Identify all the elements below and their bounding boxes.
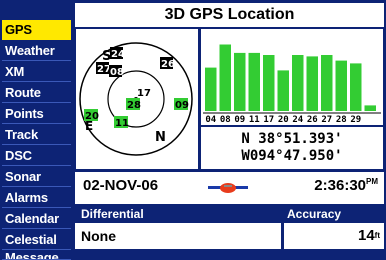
svg-text:09: 09 [175, 100, 189, 111]
latitude: N 38°51.393' [241, 131, 343, 147]
signal-bar-prn: 28 [336, 115, 347, 125]
svg-text:17: 17 [137, 88, 151, 99]
sidebar-item-points[interactable]: Points [2, 104, 71, 124]
satellite-09: 09 [174, 98, 189, 111]
north-label: N [155, 130, 166, 145]
sky-view-graphic: 24 S 27 08 26 17 28 09 11 20 E N [79, 42, 193, 156]
signal-strength-chart: 04 08 09 11 17 20 24 26 27 28 29 [203, 44, 381, 125]
signal-strength-panel: 04 08 09 11 17 20 24 26 27 28 29 [201, 29, 383, 125]
differential-value: None [75, 223, 281, 249]
svg-text:27: 27 [97, 64, 111, 75]
sidebar-item-weather[interactable]: Weather [2, 41, 71, 61]
time: 2:36:30PM [314, 177, 378, 194]
signal-bar [292, 55, 304, 111]
satellite-11: 11 [114, 116, 129, 129]
sidebar-item-alarms[interactable]: Alarms [2, 188, 71, 208]
signal-bar-prn: 11 [249, 115, 260, 125]
sidebar-item-sonar[interactable]: Sonar [2, 167, 71, 187]
satellite-28: 28 [126, 98, 141, 111]
sidebar-item-route[interactable]: Route [2, 83, 71, 103]
bottom-strip [75, 251, 384, 260]
page-title: 3D GPS Location [75, 3, 384, 27]
signal-bar [248, 52, 260, 111]
differential-label: Differential [81, 207, 144, 221]
satellite-08: 08 [109, 65, 124, 78]
satellite-s-label: S [102, 49, 111, 64]
svg-text:11: 11 [115, 118, 129, 129]
signal-bar-prn: 09 [234, 115, 245, 125]
sidebar-item-message[interactable]: Message [2, 251, 71, 260]
svg-text:24: 24 [111, 49, 125, 60]
satellite-24: 24 [110, 47, 125, 60]
svg-text:S: S [102, 49, 111, 64]
gps-screen: GPS Weather XM Route Points Track DSC So… [0, 0, 386, 260]
signal-bar [350, 63, 362, 111]
satellite-26: 26 [160, 57, 175, 70]
accuracy-value: 14ft [284, 223, 384, 249]
signal-bar-prn: 29 [350, 115, 361, 125]
signal-bar [205, 67, 217, 111]
signal-bar [219, 44, 231, 111]
signal-bar [321, 55, 333, 111]
position-panel: N 38°51.393' W094°47.950' [201, 127, 383, 169]
satellite-17: 17 [137, 88, 151, 99]
signal-bar-prn: 20 [278, 115, 289, 125]
sidebar-item-dsc[interactable]: DSC [2, 146, 71, 166]
longitude: W094°47.950' [241, 148, 343, 164]
signal-bar [234, 52, 246, 111]
satellite-icon [208, 179, 248, 201]
sidebar-item-calendar[interactable]: Calendar [2, 209, 71, 229]
signal-bar-prn: 27 [321, 115, 332, 125]
sky-view: 24 S 27 08 26 17 28 09 11 20 E N [76, 29, 198, 169]
signal-bar [335, 60, 347, 111]
sidebar-item-xm[interactable]: XM [2, 62, 71, 82]
status-row: 02-NOV-06 2:36:30PM [75, 172, 384, 204]
signal-bar [364, 105, 376, 111]
date: 02-NOV-06 [83, 177, 159, 194]
sidebar-item-track[interactable]: Track [2, 125, 71, 145]
signal-bar [306, 56, 318, 111]
svg-text:28: 28 [127, 100, 141, 111]
signal-bar-prn: 26 [307, 115, 318, 125]
signal-bar-prn: 04 [205, 115, 216, 125]
svg-text:08: 08 [110, 67, 124, 78]
satellite-27: 27 [96, 62, 111, 75]
sidebar-item-gps[interactable]: GPS [2, 20, 71, 40]
signal-bar-prn: 08 [220, 115, 231, 125]
signal-bar-prn: 17 [263, 115, 274, 125]
east-label: E [85, 119, 93, 133]
sidebar-menu: GPS Weather XM Route Points Track DSC So… [0, 0, 74, 260]
svg-text:26: 26 [161, 59, 175, 70]
main-panel: 3D GPS Location 24 S 27 08 26 17 28 09 1… [75, 3, 384, 260]
sidebar-item-celestial[interactable]: Celestial [2, 230, 71, 250]
signal-bar [263, 55, 275, 111]
accuracy-label: Accuracy [287, 207, 342, 221]
signal-bar-prn: 24 [292, 115, 303, 125]
signal-bar [277, 70, 289, 111]
